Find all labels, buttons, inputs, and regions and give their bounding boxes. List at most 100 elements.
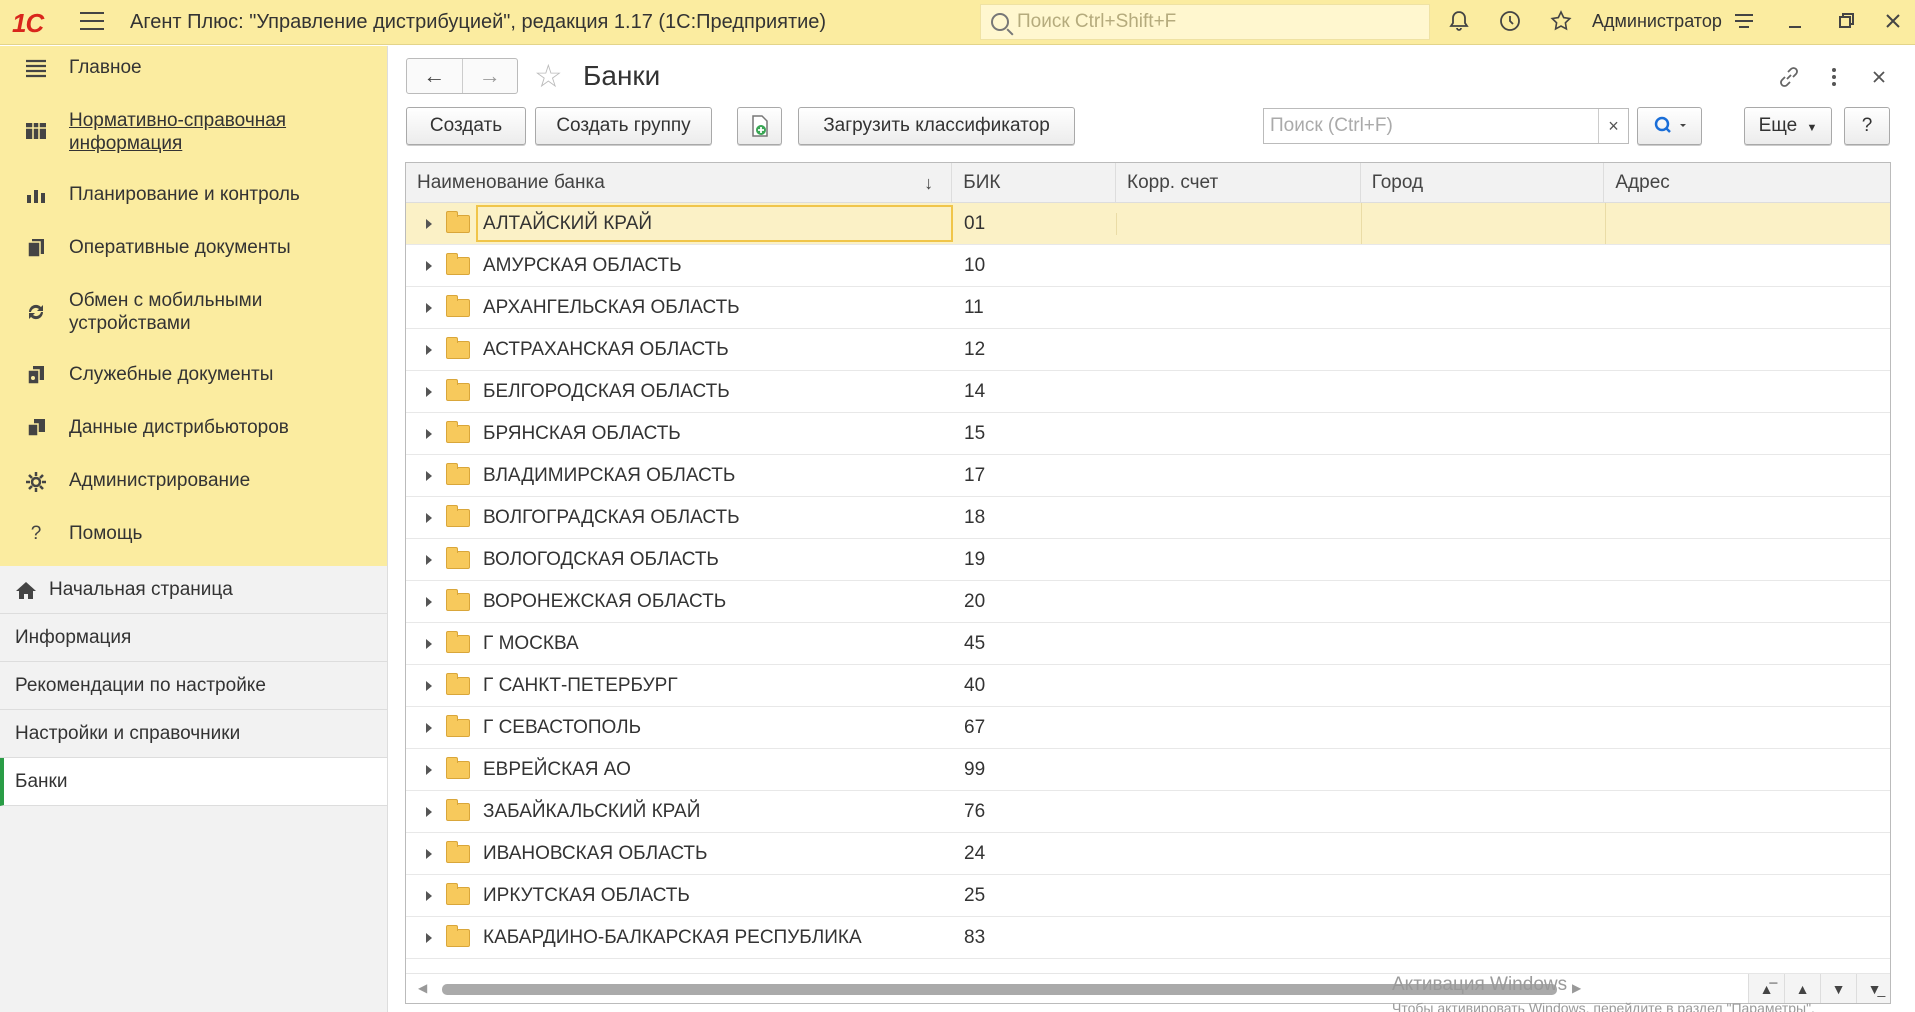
bank-name-cell[interactable]: Г МОСКВА [406, 623, 953, 664]
address-cell[interactable] [1606, 287, 1890, 328]
bik-cell[interactable]: 83 [953, 927, 1117, 949]
bank-name-cell[interactable]: Г САНКТ-ПЕТЕРБУРГ [406, 665, 953, 706]
bank-name-cell[interactable]: Г СЕВАСТОПОЛЬ [406, 707, 953, 748]
city-cell[interactable] [1362, 833, 1606, 874]
table-row[interactable]: ВОЛГОГРАДСКАЯ ОБЛАСТЬ 18 [406, 497, 1890, 539]
address-cell[interactable] [1606, 497, 1890, 538]
corr-account-cell[interactable] [1117, 833, 1362, 874]
table-row[interactable]: АРХАНГЕЛЬСКАЯ ОБЛАСТЬ 11 [406, 287, 1890, 329]
create-group-button[interactable]: Создать группу [535, 107, 712, 145]
table-row[interactable]: БРЯНСКАЯ ОБЛАСТЬ 15 [406, 413, 1890, 455]
bik-cell[interactable]: 18 [953, 507, 1117, 529]
bank-name-cell[interactable]: ИВАНОВСКАЯ ОБЛАСТЬ [406, 833, 953, 874]
address-cell[interactable] [1606, 245, 1890, 286]
address-cell[interactable] [1606, 371, 1890, 412]
bik-cell[interactable]: 40 [953, 675, 1117, 697]
corr-account-cell[interactable] [1117, 203, 1362, 244]
corr-account-cell[interactable] [1117, 623, 1362, 664]
bik-cell[interactable]: 99 [953, 759, 1117, 781]
expand-triangle-icon[interactable] [426, 554, 432, 565]
bell-icon[interactable] [1446, 9, 1472, 35]
section-help[interactable]: ? Помощь [0, 522, 387, 575]
bik-cell[interactable]: 19 [953, 549, 1117, 571]
bank-name-cell[interactable]: АРХАНГЕЛЬСКАЯ ОБЛАСТЬ [406, 287, 953, 328]
section-mobile-exchange[interactable]: Обмен с мобильными устройствами [0, 289, 387, 363]
column-header-corr-account[interactable]: Корр. счет [1116, 163, 1361, 202]
open-page-information[interactable]: Информация [0, 614, 387, 662]
create-button[interactable]: Создать [406, 107, 526, 145]
more-vertical-icon[interactable] [1829, 64, 1839, 96]
corr-account-cell[interactable] [1117, 539, 1362, 580]
section-distributor-data[interactable]: Данные дистрибьюторов [0, 416, 387, 469]
favorite-star-icon[interactable]: ☆ [534, 58, 563, 94]
city-cell[interactable] [1362, 749, 1606, 790]
expand-triangle-icon[interactable] [426, 260, 432, 271]
address-cell[interactable] [1606, 581, 1890, 622]
address-cell[interactable] [1606, 875, 1890, 916]
city-cell[interactable] [1362, 413, 1606, 454]
city-cell[interactable] [1362, 707, 1606, 748]
table-row[interactable]: ЗАБАЙКАЛЬСКИЙ КРАЙ 76 [406, 791, 1890, 833]
more-button[interactable]: Еще ▼ [1744, 107, 1832, 145]
expand-triangle-icon[interactable] [426, 890, 432, 901]
column-header-bik[interactable]: БИК [952, 163, 1117, 202]
bank-name-cell[interactable]: ВОЛГОГРАДСКАЯ ОБЛАСТЬ [406, 497, 953, 538]
address-cell[interactable] [1606, 791, 1890, 832]
last-page-icon[interactable]: ▼̲ [1856, 974, 1890, 1003]
close-window-icon[interactable] [1880, 9, 1906, 35]
corr-account-cell[interactable] [1117, 581, 1362, 622]
expand-triangle-icon[interactable] [426, 932, 432, 943]
bank-name-cell[interactable]: ЗАБАЙКАЛЬСКИЙ КРАЙ [406, 791, 953, 832]
bank-name-cell[interactable]: ЕВРЕЙСКАЯ АО [406, 749, 953, 790]
bik-cell[interactable]: 01 [953, 212, 1117, 235]
bank-name-cell[interactable]: БРЯНСКАЯ ОБЛАСТЬ [406, 413, 953, 454]
corr-account-cell[interactable] [1117, 875, 1362, 916]
corr-account-cell[interactable] [1117, 749, 1362, 790]
bank-name-cell[interactable]: БЕЛГОРОДСКАЯ ОБЛАСТЬ [406, 371, 953, 412]
city-cell[interactable] [1362, 539, 1606, 580]
address-cell[interactable] [1606, 707, 1890, 748]
expand-triangle-icon[interactable] [426, 596, 432, 607]
city-cell[interactable] [1362, 245, 1606, 286]
bik-cell[interactable]: 12 [953, 339, 1117, 361]
favorites-star-icon[interactable] [1548, 9, 1574, 35]
city-cell[interactable] [1362, 791, 1606, 832]
close-form-icon[interactable] [1869, 64, 1889, 96]
page-down-icon[interactable]: ▼ [1820, 974, 1856, 1003]
bank-name-cell[interactable]: ИРКУТСКАЯ ОБЛАСТЬ [406, 875, 953, 916]
table-row[interactable]: ИРКУТСКАЯ ОБЛАСТЬ 25 [406, 875, 1890, 917]
restore-window-icon[interactable] [1833, 9, 1859, 35]
section-reference-info[interactable]: Нормативно-справочная информация [0, 109, 387, 183]
bik-cell[interactable]: 14 [953, 381, 1117, 403]
city-cell[interactable] [1362, 203, 1606, 244]
corr-account-cell[interactable] [1117, 413, 1362, 454]
column-header-bank-name[interactable]: Наименование банка ↓ [406, 163, 953, 202]
open-page-setup-recommendations[interactable]: Рекомендации по настройке [0, 662, 387, 710]
corr-account-cell[interactable] [1117, 371, 1362, 412]
expand-triangle-icon[interactable] [426, 386, 432, 397]
minimize-icon[interactable] [1782, 9, 1808, 35]
help-button[interactable]: ? [1844, 107, 1890, 145]
section-administration[interactable]: Администрирование [0, 469, 387, 522]
bik-cell[interactable]: 45 [953, 633, 1117, 655]
corr-account-cell[interactable] [1117, 287, 1362, 328]
city-cell[interactable] [1362, 455, 1606, 496]
bank-name-cell[interactable]: ВЛАДИМИРСКАЯ ОБЛАСТЬ [406, 455, 953, 496]
corr-account-cell[interactable] [1117, 707, 1362, 748]
expand-triangle-icon[interactable] [426, 470, 432, 481]
corr-account-cell[interactable] [1117, 455, 1362, 496]
bank-name-cell[interactable]: ВОЛОГОДСКАЯ ОБЛАСТЬ [406, 539, 953, 580]
load-classifier-button[interactable]: Загрузить классификатор [798, 107, 1075, 145]
section-planning[interactable]: Планирование и контроль [0, 183, 387, 236]
history-icon[interactable] [1497, 9, 1523, 35]
table-row[interactable]: ВЛАДИМИРСКАЯ ОБЛАСТЬ 17 [406, 455, 1890, 497]
corr-account-cell[interactable] [1117, 791, 1362, 832]
current-user[interactable]: Администратор [1592, 11, 1722, 32]
bik-cell[interactable]: 15 [953, 423, 1117, 445]
corr-account-cell[interactable] [1117, 665, 1362, 706]
clear-search-icon[interactable]: × [1598, 109, 1628, 143]
bik-cell[interactable]: 24 [953, 843, 1117, 865]
corr-account-cell[interactable] [1117, 497, 1362, 538]
city-cell[interactable] [1362, 875, 1606, 916]
bik-cell[interactable]: 20 [953, 591, 1117, 613]
